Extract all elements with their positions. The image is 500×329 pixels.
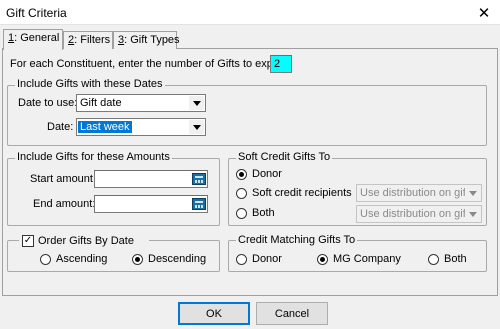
distribution-dropdown-button[interactable] (465, 207, 480, 221)
close-button[interactable]: ✕ (470, 2, 498, 23)
soft-credit-recipients-label: Soft credit recipients (252, 187, 352, 199)
export-count-field[interactable]: 2 (270, 55, 292, 73)
distribution-value: Use distribution on gift (360, 187, 469, 199)
soft-credit-recipients-distribution-combo[interactable]: Use distribution on gift (356, 184, 482, 202)
dates-group-title: Include Gifts with these Dates (15, 78, 165, 90)
date-to-use-dropdown-button[interactable] (189, 96, 204, 110)
cancel-button[interactable]: Cancel (256, 302, 328, 325)
date-label: Date: (47, 121, 74, 133)
chevron-down-icon (192, 100, 201, 106)
ok-button-label: OK (206, 307, 222, 320)
ok-button[interactable]: OK (178, 302, 250, 325)
soft-credit-group-title: Soft Credit Gifts To (236, 151, 333, 163)
tab-general[interactable]: 1: General (3, 29, 63, 50)
tab-filters[interactable]: 2: Filters (63, 31, 113, 49)
amounts-group-title: Include Gifts for these Amounts (15, 151, 172, 163)
chevron-down-icon (468, 211, 477, 217)
descending-radio[interactable] (132, 254, 143, 265)
descending-label: Descending (148, 253, 207, 265)
date-to-use-label: Date to use: (18, 97, 78, 109)
order-by-date-label: Order Gifts By Date (38, 235, 134, 247)
end-amount-field[interactable] (94, 195, 208, 213)
ascending-radio[interactable] (40, 254, 51, 265)
chevron-down-icon (468, 190, 477, 196)
soft-credit-donor-label: Donor (252, 168, 282, 180)
matching-donor-radio[interactable] (236, 254, 247, 265)
chevron-down-icon (192, 124, 201, 130)
soft-credit-donor-radio[interactable] (236, 169, 247, 180)
matching-mg-company-label: MG Company (333, 253, 401, 265)
soft-credit-both-label: Both (252, 207, 275, 219)
soft-credit-both-radio[interactable] (236, 208, 247, 219)
matching-both-radio[interactable] (428, 254, 439, 265)
matching-group-title: Credit Matching Gifts To (236, 234, 358, 246)
tab-gift-types-label: : Gift Types (124, 34, 180, 46)
soft-credit-recipients-radio[interactable] (236, 188, 247, 199)
date-value: Last week (78, 121, 132, 133)
end-amount-label: End amount: (33, 198, 96, 210)
ascending-label: Ascending (56, 253, 108, 265)
matching-donor-label: Donor (252, 253, 282, 265)
date-combo[interactable]: Last week (76, 118, 206, 136)
date-dropdown-button[interactable] (189, 120, 204, 134)
amounts-group (7, 158, 220, 226)
export-count-label: For each Constituent, enter the number o… (10, 58, 289, 70)
distribution-dropdown-button[interactable] (465, 186, 480, 200)
date-to-use-combo[interactable]: Gift date (76, 94, 206, 112)
distribution-value: Use distribution on gift (360, 208, 469, 220)
window-title: Gift Criteria (6, 6, 67, 20)
tab-filters-label: : Filters (74, 34, 111, 46)
soft-credit-both-distribution-combo[interactable]: Use distribution on gift (356, 205, 482, 223)
date-to-use-value: Gift date (80, 97, 122, 109)
tab-general-label: : General (14, 32, 60, 44)
start-amount-label: Start amount: (30, 173, 97, 185)
order-by-date-checkbox[interactable]: ✓ (22, 235, 34, 247)
close-icon: ✕ (477, 4, 491, 22)
start-amount-field[interactable] (94, 170, 208, 188)
cancel-button-label: Cancel (274, 307, 310, 320)
tab-gift-types[interactable]: 3: Gift Types (113, 31, 180, 49)
matching-mg-company-radio[interactable] (317, 254, 328, 265)
calculator-icon[interactable] (192, 198, 206, 210)
matching-both-label: Both (444, 253, 467, 265)
title-bar (0, 0, 500, 25)
calculator-icon[interactable] (192, 173, 206, 185)
